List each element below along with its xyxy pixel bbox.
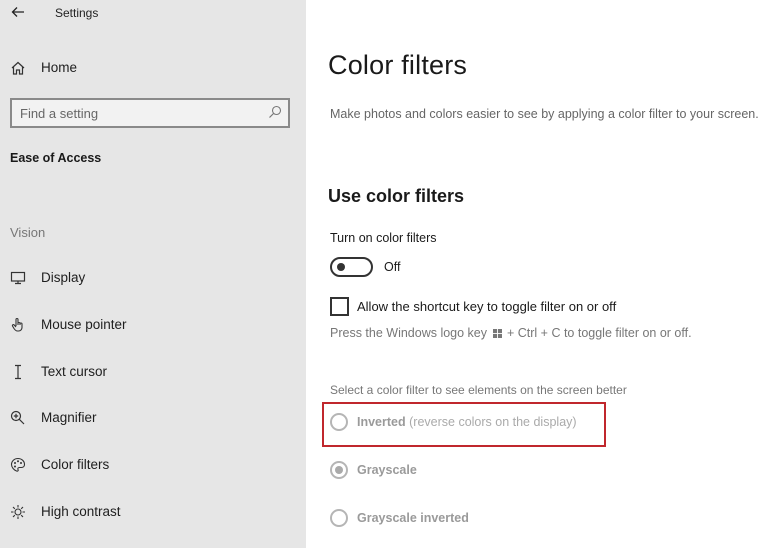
radio-grayscale-inverted[interactable]: [330, 509, 348, 527]
sidebar-item-label: Text cursor: [41, 364, 108, 379]
hint-text-before: Press the Windows logo key: [330, 326, 488, 340]
sidebar-item-label: Mouse pointer: [41, 317, 127, 332]
filter-description: (reverse colors on the display): [409, 415, 577, 429]
windows-logo-icon: [492, 329, 502, 338]
radio-label-grayscale[interactable]: Grayscale: [357, 463, 417, 477]
radio-label-grayscale-inverted[interactable]: Grayscale inverted: [357, 511, 469, 525]
sidebar-item-label: Display: [41, 270, 86, 285]
sidebar-item-home[interactable]: Home: [0, 53, 306, 83]
back-arrow-icon: [11, 7, 24, 17]
section-title: Ease of Access: [10, 151, 102, 165]
filter-name: Inverted: [357, 415, 406, 429]
radio-grayscale[interactable]: [330, 461, 348, 479]
toggle-state: Off: [384, 260, 401, 274]
app-title: Settings: [55, 6, 99, 20]
sidebar-item-high-contrast[interactable]: High contrast: [0, 497, 306, 527]
shortcut-hint: Press the Windows logo key + Ctrl + C to…: [330, 326, 692, 340]
toggle-knob: [337, 263, 345, 271]
search-input[interactable]: [20, 104, 260, 122]
sidebar-item-label: High contrast: [41, 504, 121, 519]
sidebar-item-color-filters[interactable]: Color filters: [0, 450, 306, 480]
sidebar-item-label: Color filters: [41, 457, 110, 472]
shortcut-key-checkbox[interactable]: [330, 297, 349, 316]
sidebar-item-display[interactable]: Display: [0, 263, 306, 293]
sidebar-item-label: Home: [41, 60, 78, 75]
filter-select-label: Select a color filter to see elements on…: [330, 383, 627, 397]
sidebar-item-magnifier[interactable]: Magnifier: [0, 403, 306, 433]
home-icon: [10, 60, 26, 76]
page-title: Color filters: [328, 50, 468, 80]
title-bar: Settings: [0, 0, 306, 28]
text-cursor-icon: [10, 364, 26, 380]
filter-name: Grayscale inverted: [357, 511, 469, 525]
color-filters-toggle[interactable]: [330, 257, 373, 277]
magnifier-icon: [10, 410, 26, 426]
sidebar: Settings Home Ease of Access Vision Disp…: [0, 0, 306, 548]
toggle-label: Turn on color filters: [330, 231, 437, 245]
back-button[interactable]: [10, 4, 30, 22]
sidebar-item-text-cursor[interactable]: Text cursor: [0, 357, 306, 387]
color-filters-icon: [10, 457, 26, 473]
sidebar-item-mouse-pointer[interactable]: Mouse pointer: [0, 310, 306, 340]
radio-label-inverted[interactable]: Inverted (reverse colors on the display): [357, 415, 577, 429]
group-label-vision: Vision: [10, 225, 46, 240]
radio-selected-dot: [335, 466, 343, 474]
search-box[interactable]: [10, 98, 290, 128]
shortcut-key-label[interactable]: Allow the shortcut key to toggle filter …: [357, 299, 616, 314]
main-content: Color filters Make photos and colors eas…: [306, 0, 760, 548]
section-subtitle: Use color filters: [328, 186, 465, 206]
high-contrast-icon: [10, 504, 26, 520]
sidebar-item-label: Magnifier: [41, 410, 97, 425]
search-icon[interactable]: [268, 105, 282, 119]
hint-text-after: + Ctrl + C to toggle filter on or off.: [506, 326, 692, 340]
radio-inverted[interactable]: [330, 413, 348, 431]
mouse-pointer-icon: [10, 317, 26, 333]
filter-name: Grayscale: [357, 463, 417, 477]
page-description: Make photos and colors easier to see by …: [330, 107, 759, 121]
display-icon: [10, 270, 26, 286]
